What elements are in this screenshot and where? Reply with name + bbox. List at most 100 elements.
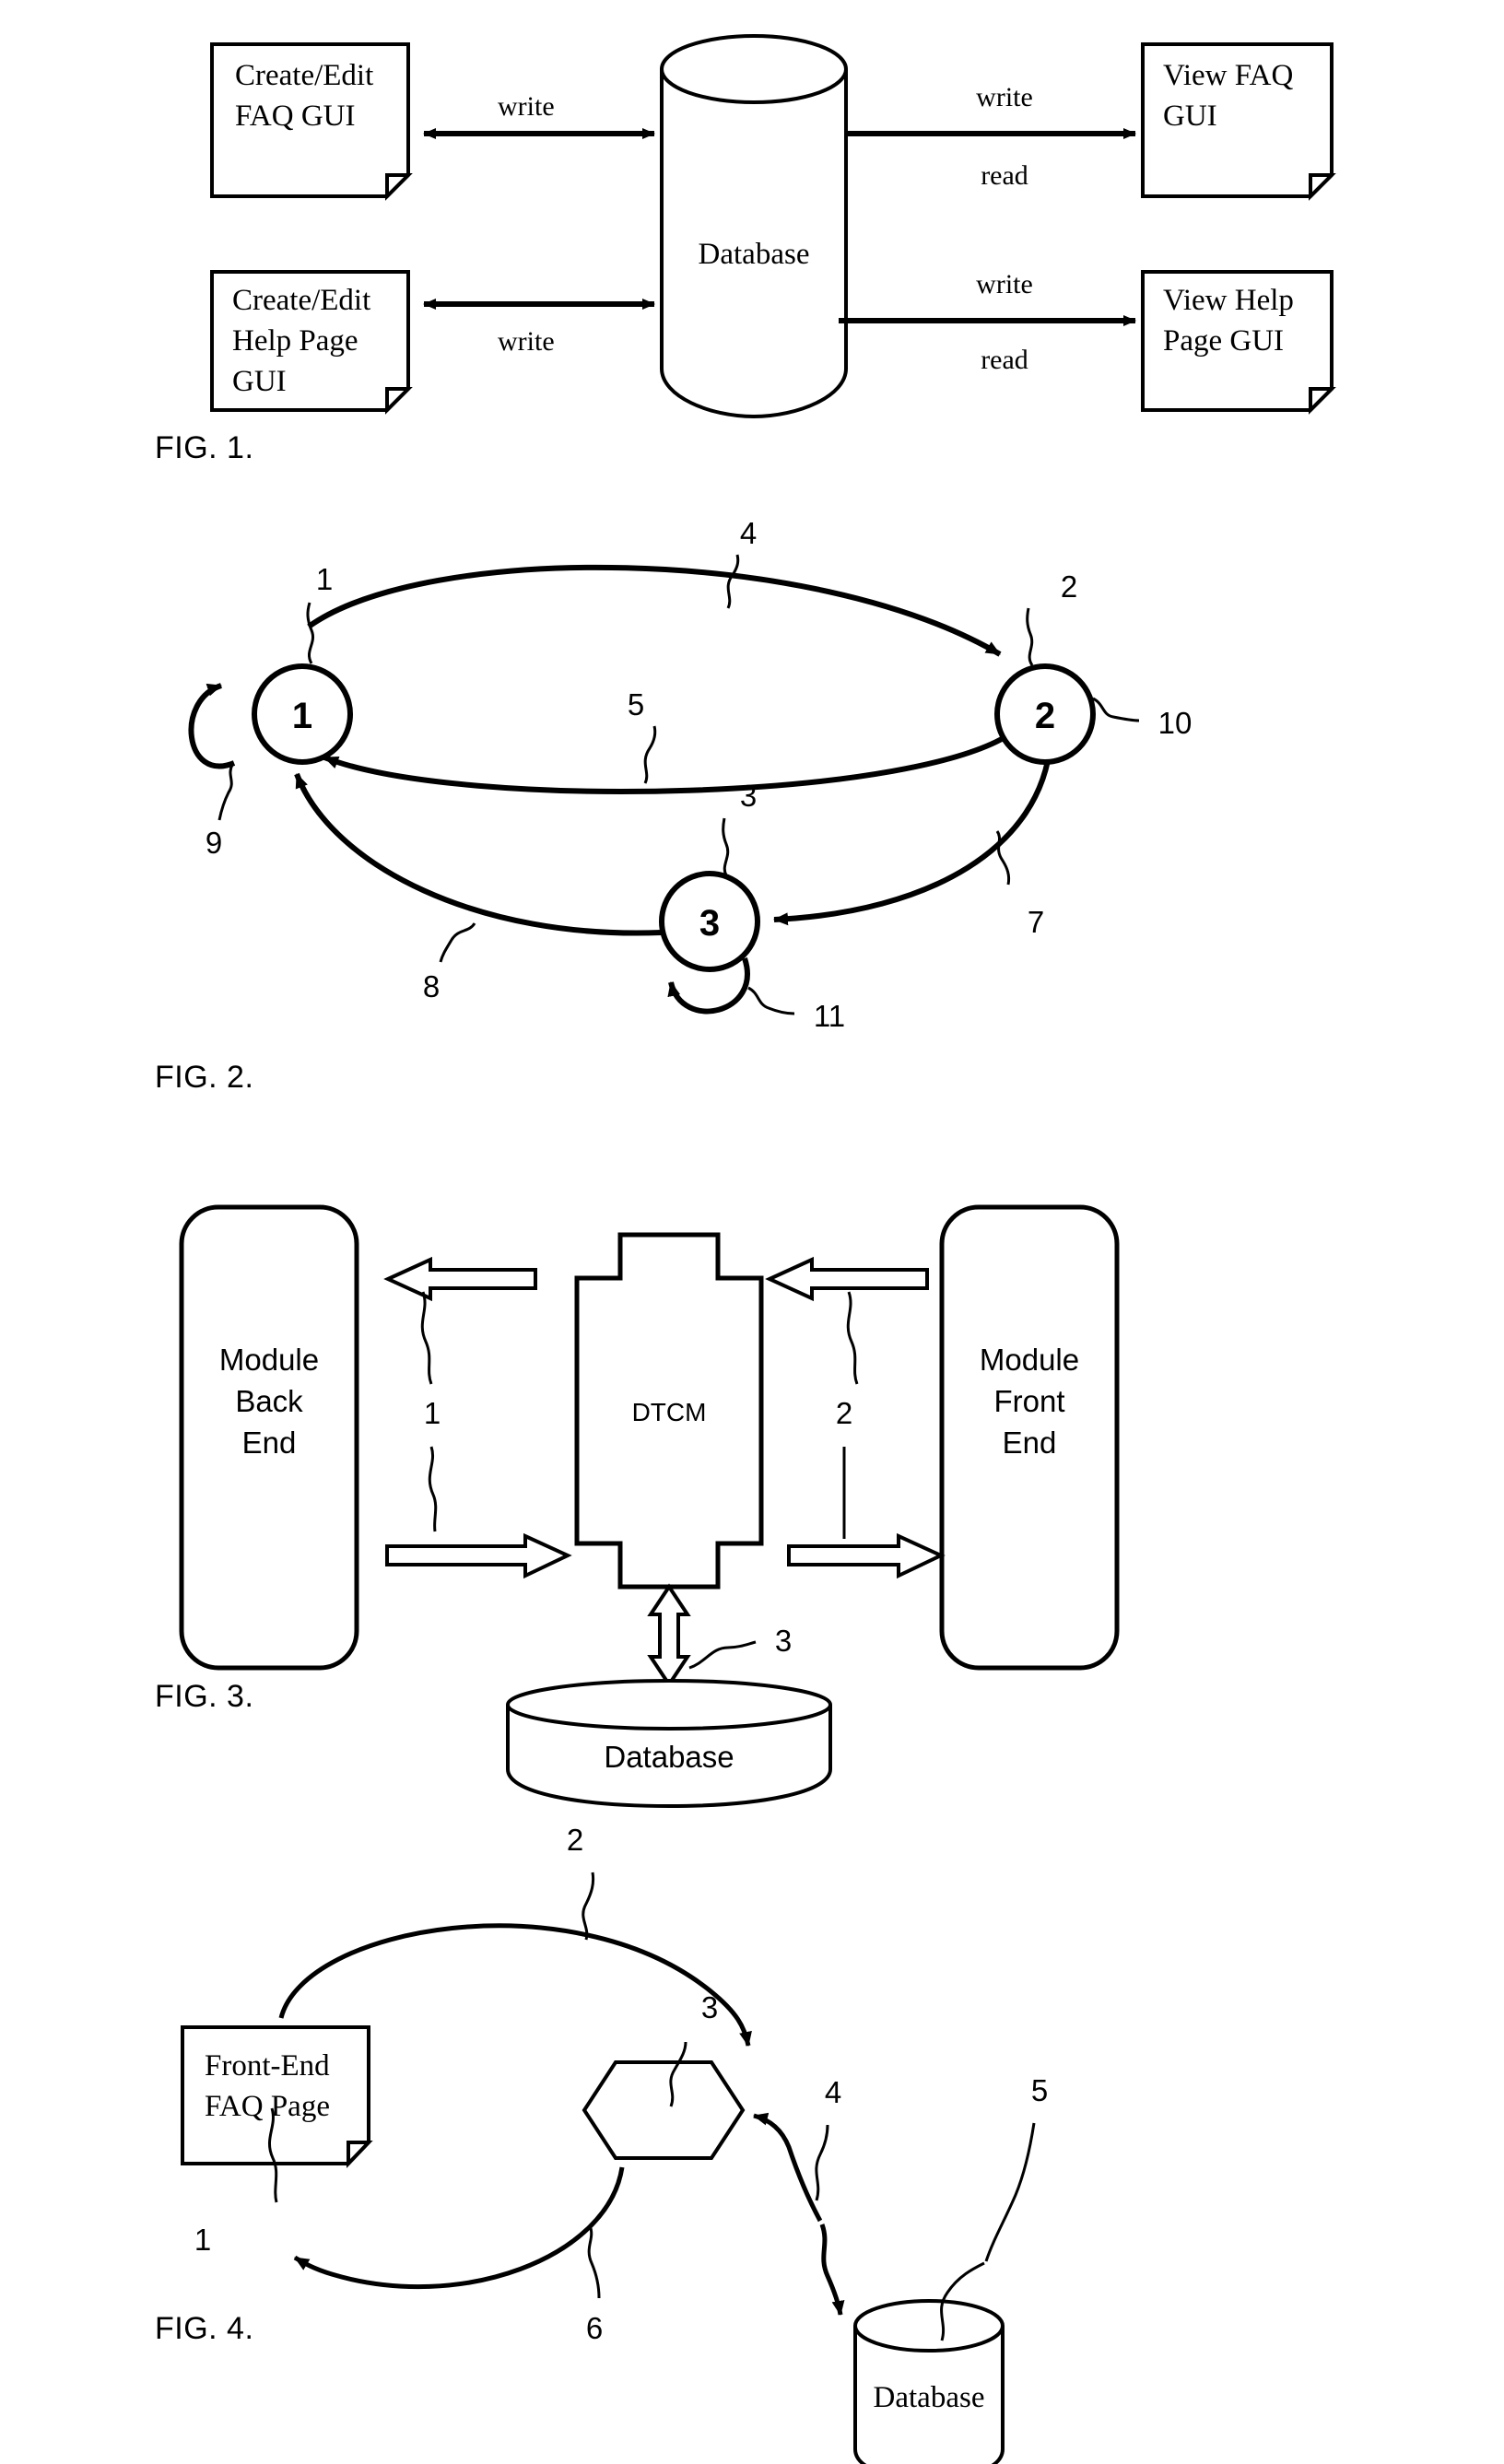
figure-2-label: FIG. 2. bbox=[155, 1060, 254, 1095]
node-database-cylinder: Database bbox=[853, 2299, 1005, 2464]
ref-num-4: 4 bbox=[740, 516, 757, 550]
figure-3-canvas: Module Back End DTCM Module Front End 1 bbox=[179, 1204, 1120, 1809]
node-label-line1: Create/Edit bbox=[235, 59, 373, 92]
node-label-line1: Module bbox=[980, 1343, 1079, 1377]
node-label-line1: View Help bbox=[1163, 284, 1294, 317]
figure-1-canvas: Create/Edit FAQ GUI Create/Edit Help Pag… bbox=[210, 34, 1336, 419]
leader-ref-5b bbox=[984, 2122, 1036, 2262]
arrow-dtcm-database bbox=[647, 1583, 691, 1688]
node-label-line1: View FAQ bbox=[1163, 59, 1293, 92]
leader-ref-1 bbox=[306, 602, 314, 664]
leader-ref-10 bbox=[1092, 697, 1140, 722]
edge-label-write: write bbox=[498, 326, 555, 357]
node-module-back-end: Module Back End bbox=[179, 1204, 359, 1671]
node-label-line2: Front bbox=[993, 1384, 1064, 1418]
node-label-line1: Create/Edit bbox=[232, 284, 370, 317]
node-label-line1: Module bbox=[219, 1343, 319, 1377]
figure-4-canvas: 2 6 Front-End FAQ Page 1 3 4 Database 5 bbox=[181, 1823, 1048, 2464]
leader-ref-3 bbox=[722, 817, 730, 876]
ref-num-4: 4 bbox=[825, 2075, 841, 2109]
transition-8-state3-to-state1 bbox=[294, 772, 663, 936]
node-label-line3: End bbox=[242, 1426, 297, 1460]
ref-num-11: 11 bbox=[814, 999, 845, 1033]
leader-ref-6 bbox=[587, 2224, 601, 2299]
figure-2-canvas: 1 2 3 1 2 3 4 5 7 8 9 10 11 bbox=[188, 516, 1193, 1033]
edge-database-view-faq-gui: write read bbox=[846, 82, 1136, 191]
leader-ref-9 bbox=[217, 764, 234, 821]
node-database-cylinder: Database bbox=[660, 34, 848, 419]
node-front-end-faq-page: Front-End FAQ Page bbox=[181, 2025, 373, 2168]
leader-ref-2 bbox=[846, 1291, 859, 1385]
node-module-front-end: Module Front End bbox=[939, 1204, 1120, 1671]
database-label: Database bbox=[874, 2381, 985, 2414]
ref-num-5: 5 bbox=[628, 687, 644, 722]
ref-num-2: 2 bbox=[836, 1396, 852, 1430]
node-label-line2: Page GUI bbox=[1163, 324, 1284, 358]
figure-2: 1 2 3 1 2 3 4 5 7 8 9 10 11 FIG. 2. bbox=[0, 479, 1504, 1095]
ref-num-2: 2 bbox=[567, 1823, 583, 1857]
node-dtcm: DTCM bbox=[574, 1232, 764, 1590]
database-label: Database bbox=[699, 238, 810, 271]
node-process-hexagon bbox=[582, 2060, 746, 2160]
leader-ref-3 bbox=[688, 1640, 757, 1670]
leader-ref-5 bbox=[643, 725, 657, 784]
ref-num-2: 2 bbox=[1061, 569, 1077, 604]
transition-4-state1-to-state2 bbox=[307, 564, 1002, 657]
node-create-edit-help-page-gui: Create/Edit Help Page GUI bbox=[210, 270, 413, 415]
edge-database-view-help-page-gui: write read bbox=[839, 269, 1136, 375]
leader-ref-1b bbox=[428, 1446, 438, 1532]
ref-num-1: 1 bbox=[194, 2223, 211, 2257]
arrow-back-end-to-dtcm bbox=[385, 1532, 572, 1579]
state-3-label: 3 bbox=[699, 903, 720, 944]
figure-4: 2 6 Front-End FAQ Page 1 3 4 Database 5 … bbox=[0, 1742, 1504, 2464]
ref-num-3: 3 bbox=[701, 1990, 718, 2024]
leader-ref-11 bbox=[747, 986, 795, 1015]
ref-num-6: 6 bbox=[586, 2311, 603, 2345]
figure-3: Module Back End DTCM Module Front End 1 bbox=[0, 1170, 1504, 1809]
state-2-label: 2 bbox=[1035, 696, 1055, 736]
node-label-line2: FAQ GUI bbox=[235, 100, 355, 133]
arrow-dtcm-to-front-end bbox=[787, 1532, 946, 1579]
node-label-line1: Front-End bbox=[205, 2049, 330, 2083]
edge-label-read: read bbox=[981, 345, 1028, 375]
figure-3-label: FIG. 3. bbox=[155, 1679, 254, 1714]
node-label-line2: Help Page bbox=[232, 324, 358, 358]
ref-num-8: 8 bbox=[423, 969, 440, 1003]
state-node-1: 1 bbox=[252, 663, 353, 765]
figure-1-label: FIG. 1. bbox=[155, 430, 254, 465]
ref-num-10: 10 bbox=[1158, 706, 1193, 740]
ref-num-1: 1 bbox=[316, 562, 333, 596]
node-label-line2: GUI bbox=[1163, 100, 1217, 133]
edge-label-read: read bbox=[981, 160, 1028, 191]
edge-label-write: write bbox=[498, 91, 555, 122]
node-view-faq-gui: View FAQ GUI bbox=[1141, 42, 1336, 201]
ref-num-5: 5 bbox=[1031, 2073, 1048, 2107]
self-loop-9-state1 bbox=[188, 683, 236, 769]
node-label-line2: FAQ Page bbox=[205, 2090, 330, 2123]
leader-ref-2 bbox=[582, 1871, 595, 1941]
leader-ref-2 bbox=[1026, 607, 1034, 666]
flow-6-process-to-page bbox=[293, 2166, 625, 2290]
edge-help-gui-database: write bbox=[423, 299, 655, 357]
state-node-3: 3 bbox=[659, 871, 760, 972]
edge-label-write: write bbox=[976, 82, 1033, 112]
leader-ref-4 bbox=[815, 2124, 829, 2201]
flow-4-process-database-in bbox=[753, 2112, 823, 2223]
ref-num-7: 7 bbox=[1028, 905, 1044, 939]
transition-5-state2-to-state1 bbox=[323, 725, 1020, 794]
arrow-dtcm-to-back-end bbox=[383, 1256, 537, 1302]
node-view-help-page-gui: View Help Page GUI bbox=[1141, 270, 1336, 415]
edge-faq-gui-database: write bbox=[423, 91, 655, 139]
node-label-line3: End bbox=[1003, 1426, 1057, 1460]
dtcm-label: DTCM bbox=[632, 1398, 707, 1426]
node-label-line2: Back bbox=[235, 1384, 303, 1418]
leader-ref-1 bbox=[420, 1291, 433, 1385]
ref-num-3: 3 bbox=[775, 1624, 792, 1658]
edge-label-write: write bbox=[976, 269, 1033, 299]
figure-1: Create/Edit FAQ GUI Create/Edit Help Pag… bbox=[0, 0, 1504, 479]
flow-4-process-database-out bbox=[819, 2223, 845, 2316]
leader-ref-4 bbox=[726, 554, 740, 609]
ref-num-3: 3 bbox=[740, 779, 757, 813]
node-create-edit-faq-gui: Create/Edit FAQ GUI bbox=[210, 42, 413, 201]
figure-4-label: FIG. 4. bbox=[155, 2311, 254, 2346]
